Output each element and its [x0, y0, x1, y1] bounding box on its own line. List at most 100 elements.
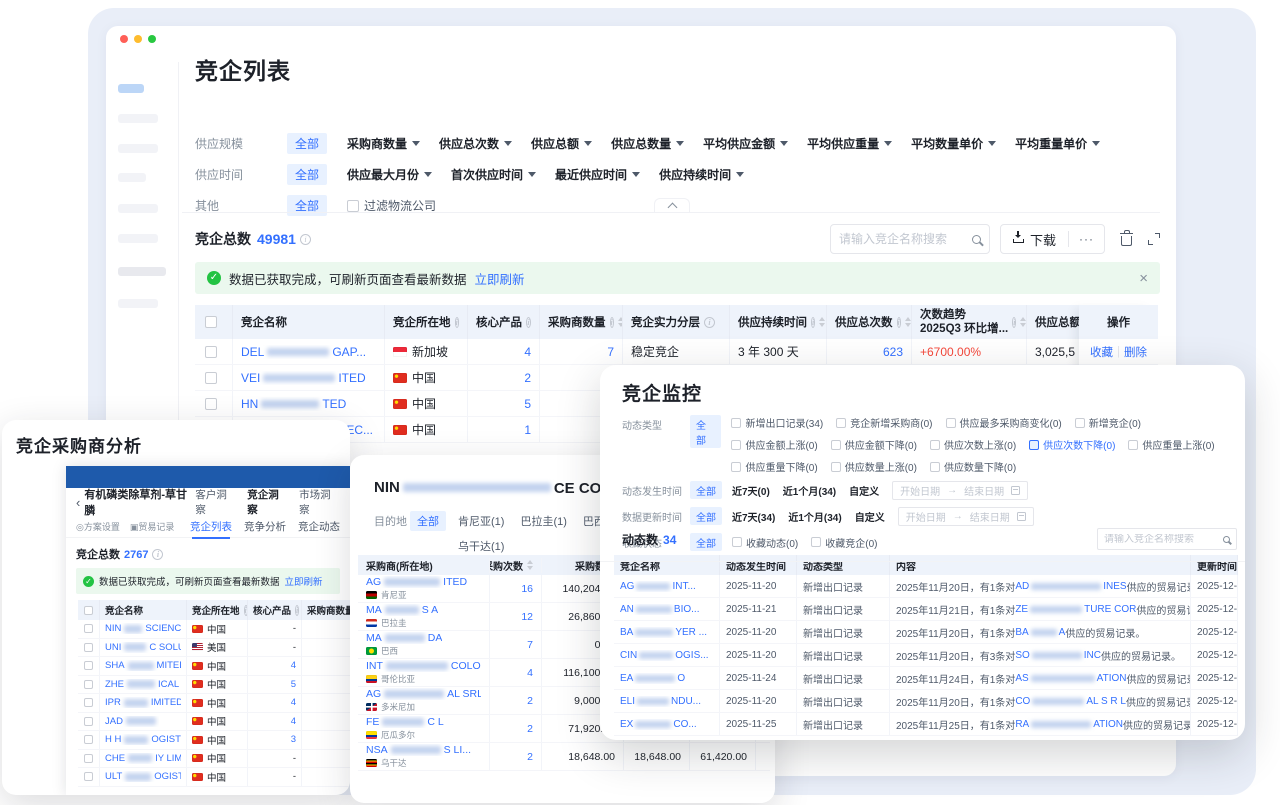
sort-icon[interactable] [527, 560, 533, 570]
purchaser-name-link[interactable]: MAS A [366, 604, 438, 616]
checkbox[interactable] [84, 624, 93, 633]
checkbox[interactable] [84, 698, 93, 707]
mini-refresh-link[interactable]: 立即刷新 [285, 574, 323, 588]
core-products-value[interactable]: 4 [291, 660, 296, 671]
purchaser-name-link[interactable]: INTCOLO... [366, 660, 481, 672]
filter-dropdown[interactable]: 供应最大月份 [347, 166, 432, 183]
sub-tab-竞企列表[interactable]: 竞企列表 [190, 519, 232, 534]
tool-方案设置[interactable]: ◎方案设置 [76, 520, 120, 533]
checkbox[interactable] [946, 418, 956, 428]
tool-贸易记录[interactable]: ▣贸易记录 [130, 520, 175, 533]
competitor-name-link[interactable]: ANBIO... [620, 604, 699, 615]
filter-dropdown[interactable]: 首次供应时间 [451, 166, 536, 183]
type-option[interactable]: 新增出口记录(34) [731, 415, 823, 430]
close-window-icon[interactable] [120, 35, 128, 43]
purchaser-name-link[interactable]: FEC L [366, 716, 444, 728]
close-banner-icon[interactable]: × [1139, 270, 1148, 287]
checkbox[interactable] [831, 462, 841, 472]
time-option[interactable]: 近1个月(34) [788, 509, 841, 524]
competitor-name-link[interactable]: ZHEICAL [105, 679, 179, 690]
type-option[interactable]: 供应数量下降(0) [930, 459, 1016, 474]
type-option[interactable]: 供应重量下降(0) [731, 459, 817, 474]
type-option[interactable]: 供应数量上涨(0) [831, 459, 917, 474]
content-company-link[interactable]: COAL S R L [1015, 696, 1126, 707]
competitor-search-input[interactable] [830, 224, 990, 254]
filter-dropdown[interactable]: 采购商数量 [347, 135, 420, 152]
type-option[interactable]: 供应重量上涨(0) [1128, 437, 1214, 452]
more-options-button[interactable]: ··· [1069, 232, 1104, 246]
filter-all-chip[interactable]: 全部 [287, 133, 327, 154]
checkbox[interactable] [84, 717, 93, 726]
custom-option[interactable]: 自定义 [849, 483, 879, 498]
competitor-name-link[interactable]: EXCO... [620, 719, 697, 730]
checkbox[interactable] [84, 754, 93, 763]
competitor-name-link[interactable]: ULTOGISTICS ... [105, 771, 181, 782]
buyer-count-link[interactable]: 7 [607, 345, 614, 359]
sort-icon[interactable] [905, 317, 911, 327]
checkbox[interactable] [205, 398, 217, 410]
search-icon[interactable] [972, 235, 981, 244]
type-option[interactable]: 竞企新增采购商(0) [836, 415, 932, 430]
purchaser-name-link[interactable]: NSAS LI... [366, 744, 471, 756]
filter-dropdown[interactable]: 供应总额 [531, 135, 592, 152]
filter-dropdown[interactable]: 平均供应重量 [807, 135, 892, 152]
competitor-name-link[interactable]: EAO [620, 673, 685, 684]
core-products-link[interactable]: 4 [524, 345, 531, 359]
purchaser-name-link[interactable]: AGAL SRL [366, 688, 481, 700]
filter-all-chip[interactable]: 全部 [287, 164, 327, 185]
destination-option[interactable]: 乌干达(1) [458, 538, 504, 554]
custom-option[interactable]: 自定义 [855, 509, 885, 524]
competitor-name-link[interactable]: JAD [105, 716, 159, 727]
filter-all-chip[interactable]: 全部 [690, 415, 721, 448]
purchase-times-link[interactable]: 2 [527, 723, 533, 735]
purchaser-name-link[interactable]: MADA [366, 632, 442, 644]
type-option[interactable]: 供应金额下降(0) [831, 437, 917, 452]
competitor-name-link[interactable]: BAYER ... [620, 627, 707, 638]
sort-icon[interactable] [819, 317, 825, 327]
competitor-name-link[interactable]: UNIC SOLUTI... [105, 642, 181, 653]
filter-dropdown[interactable]: 供应总次数 [439, 135, 512, 152]
competitor-name-link[interactable]: IPRIMITED 35... [105, 697, 181, 708]
competitor-name-link[interactable]: CINOGIS... [620, 650, 709, 661]
tab-客户洞察[interactable]: 客户洞察 [195, 487, 236, 517]
purchase-times-link[interactable]: 2 [527, 695, 533, 707]
favorite-button[interactable]: 收藏 [1090, 344, 1113, 360]
type-option[interactable]: 新增竞企(0) [1075, 415, 1141, 430]
filter-dropdown[interactable]: 最近供应时间 [555, 166, 640, 183]
checkbox[interactable] [84, 643, 93, 652]
time-option[interactable]: 近1个月(34) [783, 483, 836, 498]
time-option[interactable]: 近7天(34) [732, 509, 775, 524]
tab-竞企洞察[interactable]: 竞企洞察 [247, 487, 288, 517]
content-company-link[interactable]: BAA [1015, 627, 1065, 638]
core-products-link[interactable]: 1 [524, 423, 531, 437]
filter-all-chip[interactable]: 全部 [690, 507, 722, 525]
collapse-filters-button[interactable] [654, 198, 690, 212]
competitor-name-link[interactable]: H HOGISTICS C... [105, 734, 181, 745]
download-button[interactable]: 下载 [1001, 225, 1068, 253]
destination-all-chip[interactable]: 全部 [410, 511, 446, 531]
filter-all-chip[interactable]: 全部 [690, 481, 722, 499]
core-products-link[interactable]: 5 [524, 397, 531, 411]
sub-tab-竞企动态[interactable]: 竞企动态 [298, 519, 340, 534]
checkbox[interactable] [84, 661, 93, 670]
type-option[interactable]: 供应次数上涨(0) [930, 437, 1016, 452]
back-icon[interactable]: ‹ [76, 495, 80, 510]
filter-dropdown[interactable]: 平均数量单价 [911, 135, 996, 152]
fullscreen-icon[interactable] [1148, 233, 1160, 245]
checkbox[interactable] [1128, 440, 1138, 450]
destination-option[interactable]: 巴拉圭(1) [520, 513, 566, 529]
content-company-link[interactable]: RAATION [1015, 719, 1123, 730]
checkbox[interactable] [84, 735, 93, 744]
checkbox[interactable] [731, 462, 741, 472]
delete-button[interactable]: 删除 [1124, 344, 1147, 360]
competitor-name-link[interactable]: HNTED [241, 397, 346, 411]
time-option[interactable]: 近7天(0) [732, 483, 770, 498]
core-products-value[interactable]: 3 [291, 734, 296, 745]
refresh-now-link[interactable]: 立即刷新 [475, 269, 525, 288]
competitor-name-link[interactable]: ELINDU... [620, 696, 701, 707]
checkbox[interactable] [347, 200, 359, 212]
content-company-link[interactable]: ZETURE COR [1015, 604, 1136, 615]
sort-icon[interactable] [1020, 317, 1026, 327]
date-range-input[interactable]: 开始日期→结束日期 [892, 481, 1028, 500]
competitor-name-link[interactable]: VEIITED [241, 371, 366, 385]
